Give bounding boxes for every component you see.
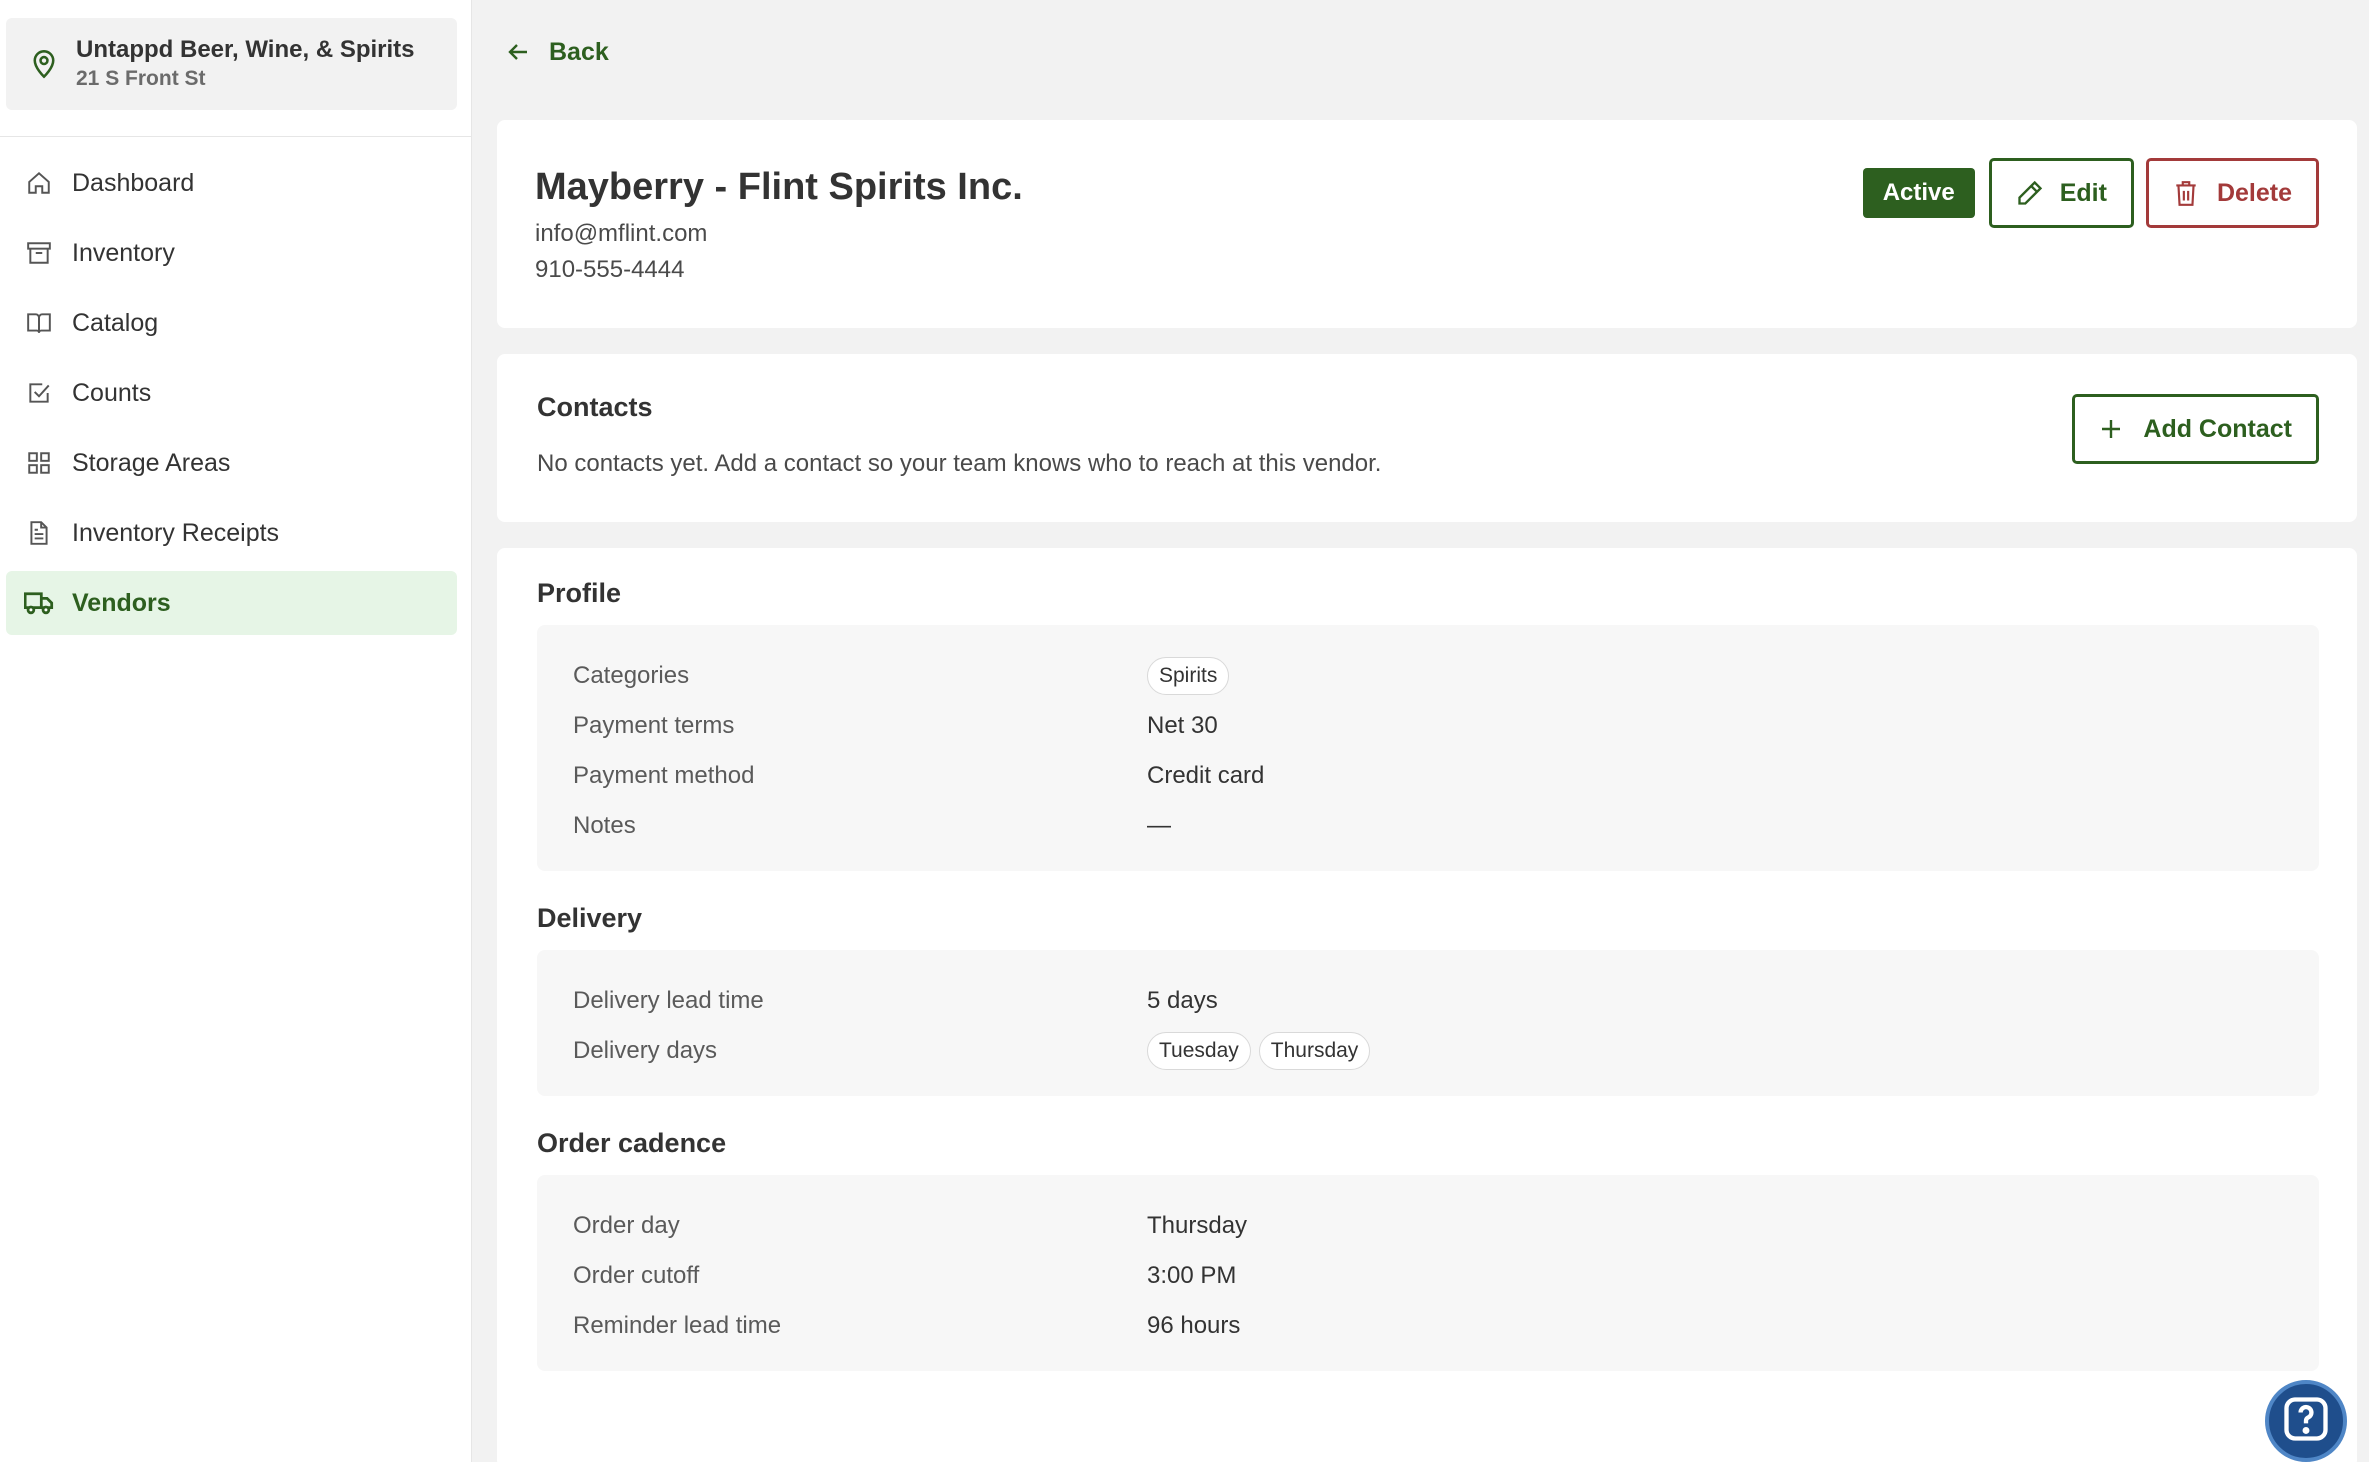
delivery-lead-time-row: Delivery lead time 5 days: [573, 976, 2283, 1026]
contacts-empty-text: No contacts yet. Add a contact so your t…: [537, 450, 1382, 477]
field-label: Delivery days: [573, 1037, 718, 1064]
profile-panel: Categories Spirits Payment terms Net 30 …: [537, 625, 2319, 871]
order-day-row: Order day Thursday: [573, 1201, 2283, 1251]
order-cutoff-row: Order cutoff 3:00 PM: [573, 1251, 2283, 1301]
add-contact-button[interactable]: Add Contact: [2072, 394, 2319, 464]
sidebar: Untappd Beer, Wine, & Spirits 21 S Front…: [0, 0, 472, 1462]
sidebar-item-label: Inventory: [72, 238, 175, 267]
grid-icon: [24, 448, 54, 478]
main-content: Back Mayberry - Flint Spirits Inc. info@…: [472, 0, 2369, 1462]
sidebar-item-vendors[interactable]: Vendors: [6, 571, 457, 635]
sidebar-nav: Dashboard Inventory Catalog Counts Stora…: [0, 151, 471, 635]
contacts-title: Contacts: [537, 392, 653, 422]
vendor-name: Mayberry - Flint Spirits Inc.: [535, 166, 1023, 208]
sidebar-item-inventory-receipts[interactable]: Inventory Receipts: [6, 501, 457, 565]
sidebar-item-storage-areas[interactable]: Storage Areas: [6, 431, 457, 495]
home-icon: [24, 168, 54, 198]
document-icon: [24, 518, 54, 548]
sidebar-item-counts[interactable]: Counts: [6, 361, 457, 425]
archive-box-icon: [24, 238, 54, 268]
contacts-card: Contacts No contacts yet. Add a contact …: [497, 354, 2357, 522]
plus-icon: [2099, 414, 2129, 444]
field-value: Credit card: [1147, 762, 1265, 789]
vendor-details-card: Profile Categories Spirits Payment terms…: [497, 548, 2357, 1462]
profile-title: Profile: [537, 578, 622, 608]
location-address: 21 S Front St: [76, 67, 206, 90]
order-cadence-title: Order cadence: [537, 1128, 727, 1158]
sidebar-item-label: Dashboard: [72, 168, 195, 197]
field-label: Order day: [573, 1212, 680, 1239]
field-label: Categories: [573, 662, 690, 689]
location-name: Untappd Beer, Wine, & Spirits: [76, 36, 415, 63]
help-icon: [2280, 1393, 2332, 1450]
field-value: Thursday: [1147, 1212, 1248, 1239]
back-link[interactable]: Back: [497, 0, 609, 104]
delete-label: Delete: [2216, 178, 2292, 207]
field-label: Payment terms: [573, 712, 735, 739]
delivery-panel: Delivery lead time 5 days Delivery days …: [537, 950, 2319, 1096]
sidebar-item-label: Storage Areas: [72, 448, 231, 477]
delete-button[interactable]: Delete: [2145, 158, 2319, 228]
app: Untappd Beer, Wine, & Spirits 21 S Front…: [0, 0, 2369, 1462]
field-label: Payment method: [573, 762, 755, 789]
sidebar-item-label: Counts: [72, 378, 152, 407]
field-value: 3:00 PM: [1147, 1262, 1237, 1289]
sidebar-item-catalog[interactable]: Catalog: [6, 291, 457, 355]
status-badge: Active: [1862, 168, 1975, 218]
map-pin-icon: [24, 44, 64, 84]
sidebar-item-dashboard[interactable]: Dashboard: [6, 151, 457, 215]
sidebar-item-label: Inventory Receipts: [72, 518, 280, 547]
checkbox-icon: [24, 378, 54, 408]
sidebar-divider: [0, 136, 471, 137]
pencil-icon: [2016, 178, 2046, 208]
payment-method-row: Payment method Credit card: [573, 751, 2283, 801]
reminder-lead-time-row: Reminder lead time 96 hours: [573, 1301, 2283, 1351]
field-value: 96 hours: [1147, 1312, 1241, 1339]
trash-icon: [2173, 178, 2203, 208]
payment-terms-row: Payment terms Net 30: [573, 701, 2283, 751]
delivery-days-row: Delivery days Tuesday Thursday: [573, 1026, 2283, 1076]
truck-icon: [24, 588, 54, 618]
vendor-email: info@mflint.com: [535, 220, 708, 247]
field-label: Reminder lead time: [573, 1312, 782, 1339]
notes-row: Notes —: [573, 801, 2283, 851]
order-cadence-panel: Order day Thursday Order cutoff 3:00 PM …: [537, 1175, 2319, 1371]
field-value: Spirits: [1147, 657, 1237, 695]
category-chip: Spirits: [1147, 657, 1230, 695]
edit-button[interactable]: Edit: [1988, 158, 2134, 228]
vendor-phone: 910-555-4444: [535, 256, 685, 283]
sidebar-item-label: Catalog: [72, 308, 159, 337]
delivery-title: Delivery: [537, 903, 643, 933]
sidebar-item-label: Vendors: [72, 588, 171, 617]
day-chip: Tuesday: [1147, 1032, 1251, 1070]
help-button[interactable]: [2265, 1380, 2347, 1462]
field-value: Tuesday Thursday: [1147, 1032, 1378, 1070]
book-icon: [24, 308, 54, 338]
categories-row: Categories Spirits: [573, 651, 2283, 701]
field-value: Net 30: [1147, 712, 1218, 739]
header-actions: Active Edit Delete: [1862, 158, 2319, 228]
location-selector[interactable]: Untappd Beer, Wine, & Spirits 21 S Front…: [6, 18, 457, 110]
field-label: Order cutoff: [573, 1262, 700, 1289]
field-label: Delivery lead time: [573, 987, 764, 1014]
sidebar-item-inventory[interactable]: Inventory: [6, 221, 457, 285]
field-value: 5 days: [1147, 987, 1218, 1014]
field-value: —: [1147, 812, 1171, 839]
add-contact-label: Add Contact: [2143, 414, 2292, 443]
day-chip: Thursday: [1258, 1032, 1371, 1070]
back-label: Back: [549, 37, 609, 66]
edit-label: Edit: [2059, 178, 2107, 207]
vendor-header-card: Mayberry - Flint Spirits Inc. info@mflin…: [497, 120, 2357, 328]
field-label: Notes: [573, 812, 636, 839]
arrow-left-icon: [507, 38, 535, 66]
